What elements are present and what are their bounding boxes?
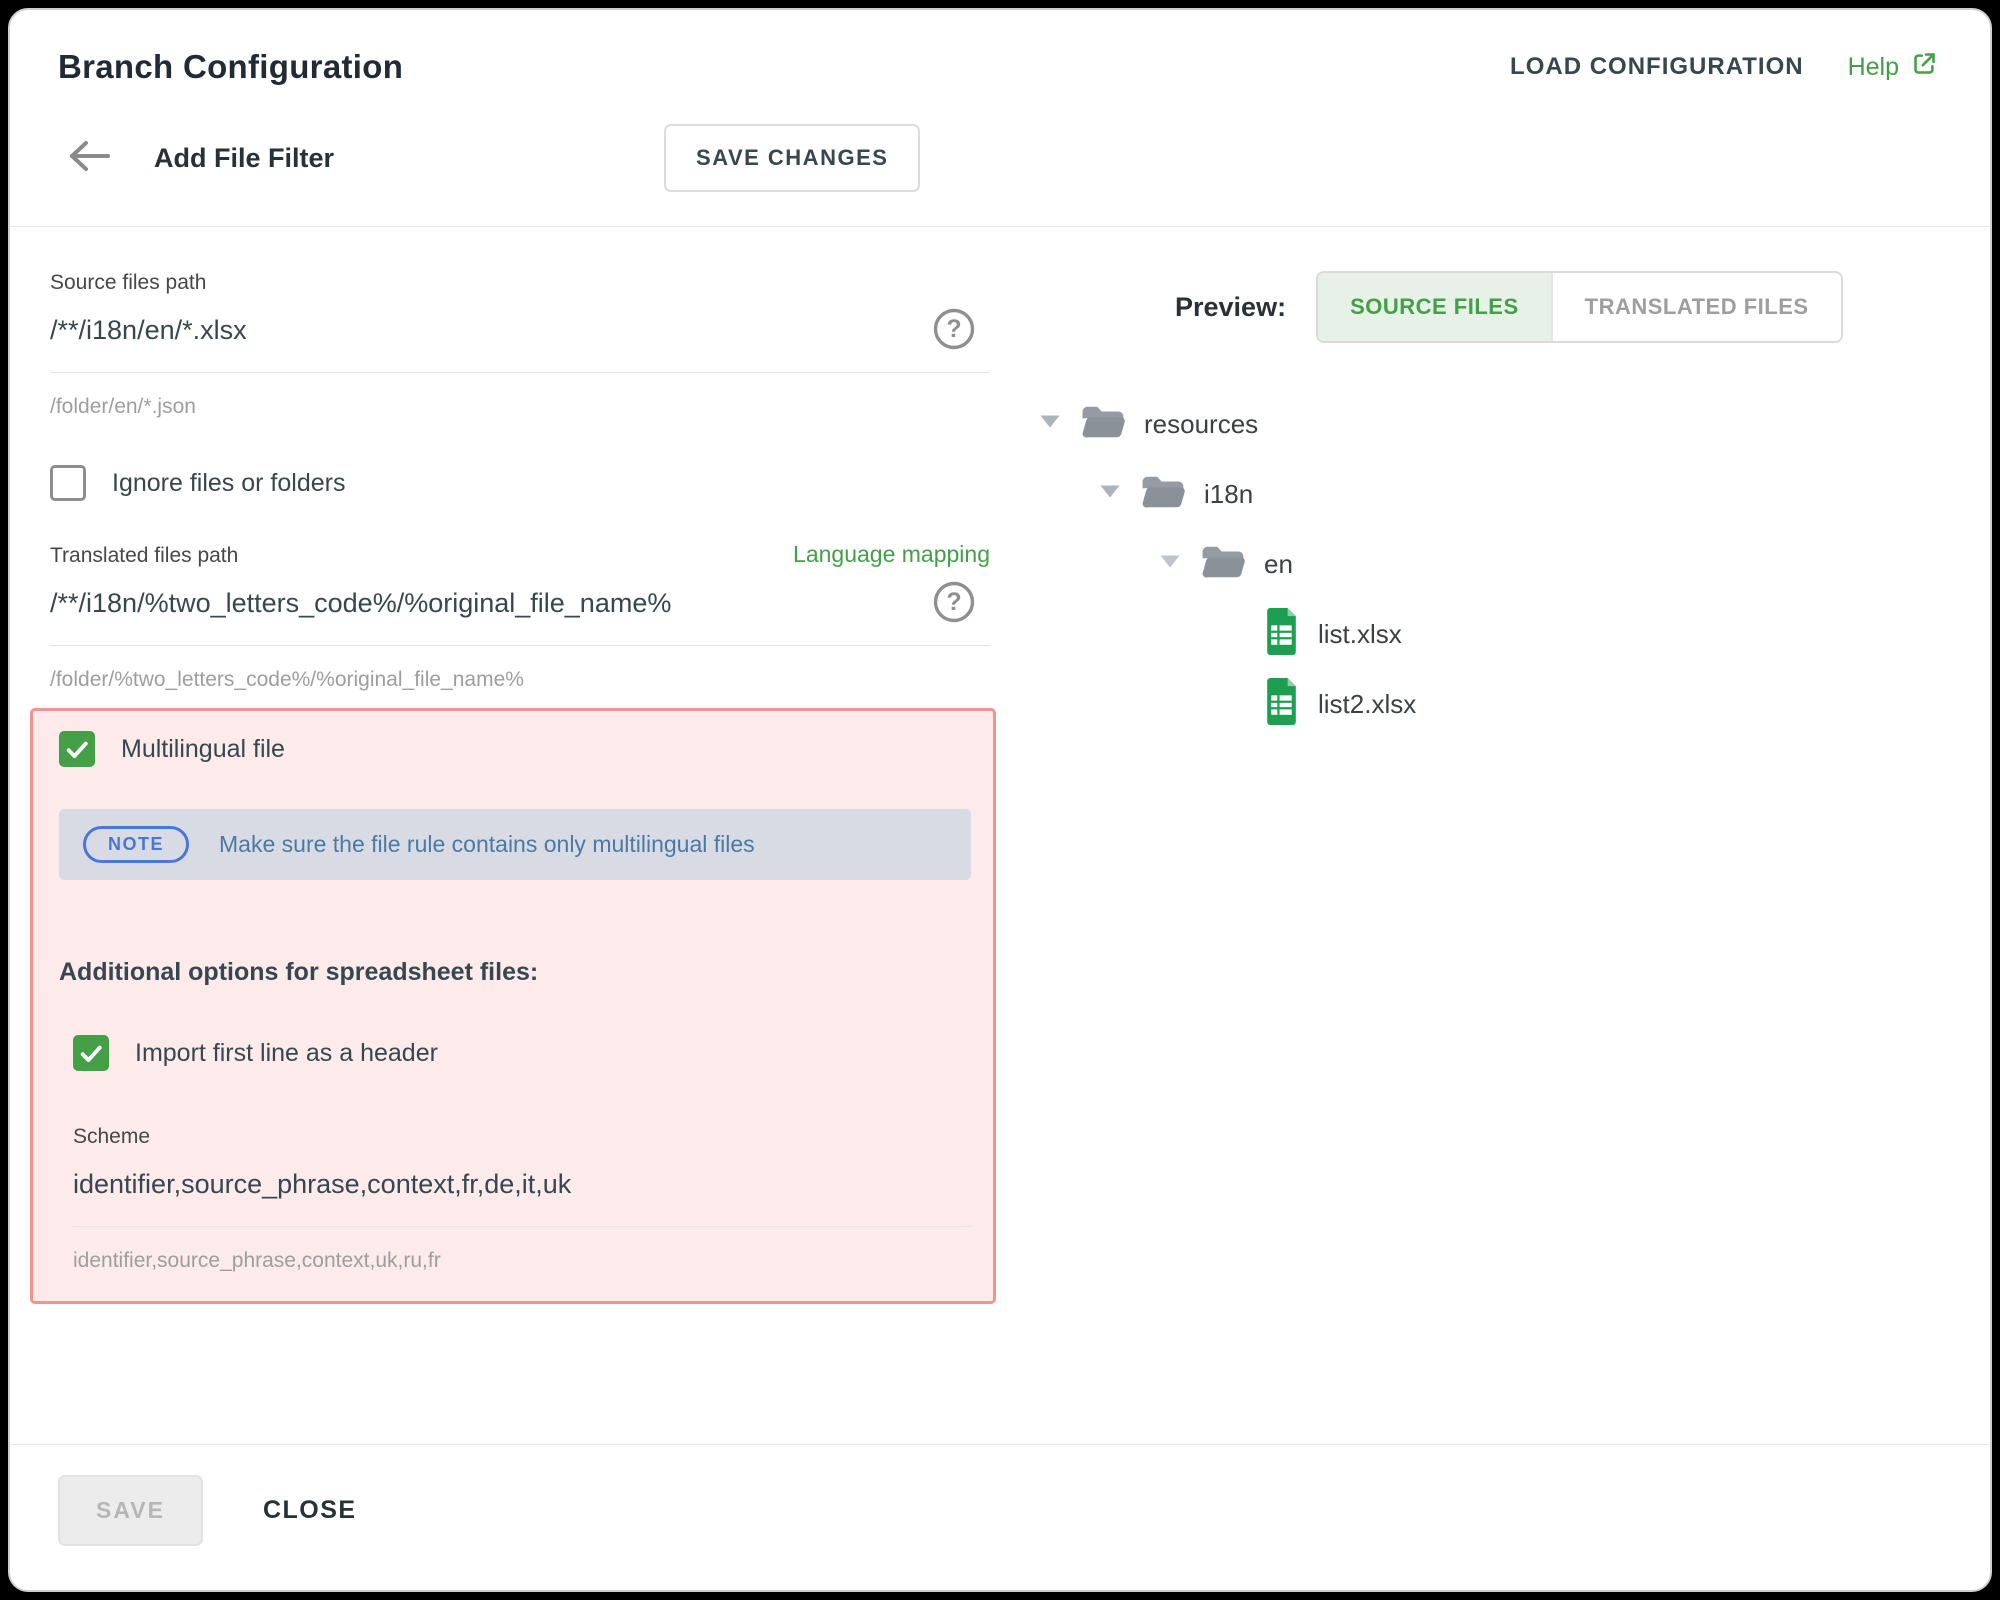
source-files-path-label: Source files path [50, 271, 990, 295]
translated-path-help-icon[interactable]: ? [932, 580, 976, 629]
preview-toggle-group: SOURCE FILES TRANSLATED FILES [1316, 271, 1843, 343]
svg-text:?: ? [946, 588, 961, 616]
folder-icon [1139, 473, 1186, 516]
preview-header: Preview: SOURCE FILES TRANSLATED FILES [1175, 271, 1950, 343]
tree-row-list-xlsx[interactable]: list.xlsx [1035, 599, 1950, 669]
source-files-path-hint: /folder/en/*.json [50, 395, 990, 419]
translated-files-path-hint: /folder/%two_letters_code%/%original_fil… [50, 668, 990, 692]
back-button[interactable] [66, 139, 114, 177]
source-files-path-value: /**/i18n/en/*.xlsx [50, 315, 247, 345]
note-bar: NOTE Make sure the file rule contains on… [59, 809, 971, 880]
scheme-value: identifier,source_phrase,context,fr,de,i… [73, 1169, 571, 1199]
folder-icon [1079, 403, 1126, 446]
import-header-checkbox-row[interactable]: Import first line as a header [73, 1035, 971, 1071]
ignore-files-checkbox-row[interactable]: Ignore files or folders [50, 465, 990, 501]
tree-row-en[interactable]: en [1035, 529, 1950, 599]
chevron-down-icon[interactable] [1039, 414, 1061, 434]
folder-icon [1199, 543, 1246, 586]
tree-node-label: list.xlsx [1318, 619, 1402, 650]
import-header-checkbox-label: Import first line as a header [135, 1039, 438, 1068]
content: Source files path /**/i18n/en/*.xlsx ? /… [10, 227, 1990, 1444]
tree-node-label: list2.xlsx [1318, 689, 1416, 720]
translated-files-path-label: Translated files path [50, 544, 238, 568]
spreadsheet-file-icon [1263, 608, 1300, 660]
help-link[interactable]: Help [1848, 50, 1938, 84]
scheme-hint: identifier,source_phrase,context,uk,ru,f… [73, 1249, 971, 1273]
translated-files-path-value: /**/i18n/%two_letters_code%/%original_fi… [50, 588, 671, 618]
multilingual-checkbox-label: Multilingual file [121, 735, 285, 764]
sub-header: Add File Filter SAVE CHANGES [10, 86, 1990, 226]
scheme-input[interactable]: identifier,source_phrase,context,fr,de,i… [73, 1149, 971, 1227]
tab-source-files[interactable]: SOURCE FILES [1318, 273, 1551, 341]
scheme-label: Scheme [73, 1125, 971, 1149]
close-button[interactable]: CLOSE [263, 1496, 357, 1525]
svg-text:?: ? [946, 315, 961, 343]
ignore-files-checkbox-label: Ignore files or folders [112, 469, 345, 498]
file-tree: resources i18n [1035, 389, 1950, 739]
help-link-label: Help [1848, 53, 1899, 82]
chevron-down-icon[interactable] [1159, 554, 1181, 574]
file-filter-form: Source files path /**/i18n/en/*.xlsx ? /… [50, 271, 990, 1444]
translated-files-path-input[interactable]: /**/i18n/%two_letters_code%/%original_fi… [50, 568, 990, 646]
spreadsheet-file-icon [1263, 678, 1300, 730]
source-files-path-input[interactable]: /**/i18n/en/*.xlsx ? [50, 295, 990, 373]
subheader-title: Add File Filter [154, 143, 334, 174]
back-arrow-icon [66, 138, 112, 179]
tree-node-label: resources [1144, 409, 1258, 440]
note-badge: NOTE [83, 826, 189, 863]
ignore-files-checkbox[interactable] [50, 465, 86, 501]
save-changes-button[interactable]: SAVE CHANGES [664, 124, 920, 192]
multilingual-checkbox[interactable] [59, 731, 95, 767]
multilingual-checkbox-row[interactable]: Multilingual file [59, 731, 971, 767]
tree-node-label: i18n [1204, 479, 1253, 510]
source-path-help-icon[interactable]: ? [932, 307, 976, 356]
import-header-checkbox[interactable] [73, 1035, 109, 1071]
note-text: Make sure the file rule contains only mu… [219, 831, 755, 858]
tab-translated-files[interactable]: TRANSLATED FILES [1551, 273, 1841, 341]
external-link-icon [1911, 50, 1938, 84]
multilingual-options-highlight: Multilingual file NOTE Make sure the fil… [30, 708, 996, 1304]
tree-row-list2-xlsx[interactable]: list2.xlsx [1035, 669, 1950, 739]
save-button[interactable]: SAVE [58, 1475, 203, 1546]
page-title: Branch Configuration [58, 48, 403, 86]
chevron-down-icon[interactable] [1099, 484, 1121, 504]
translated-files-path-field: Translated files path Language mapping /… [50, 541, 990, 692]
scheme-field: Scheme identifier,source_phrase,context,… [73, 1125, 971, 1273]
header-actions: LOAD CONFIGURATION Help [1510, 50, 1938, 84]
language-mapping-link[interactable]: Language mapping [793, 541, 990, 568]
translated-label-row: Translated files path Language mapping [50, 541, 990, 568]
preview-panel: Preview: SOURCE FILES TRANSLATED FILES [990, 271, 1950, 1444]
tree-row-i18n[interactable]: i18n [1035, 459, 1950, 529]
tree-row-resources[interactable]: resources [1035, 389, 1950, 459]
tree-node-label: en [1264, 549, 1293, 580]
source-files-path-field: Source files path /**/i18n/en/*.xlsx ? /… [50, 271, 990, 419]
footer: SAVE CLOSE [10, 1445, 1990, 1590]
load-configuration-button[interactable]: LOAD CONFIGURATION [1510, 53, 1804, 81]
preview-label: Preview: [1175, 292, 1286, 323]
branch-configuration-dialog: Branch Configuration LOAD CONFIGURATION … [8, 8, 1992, 1592]
spreadsheet-options-heading: Additional options for spreadsheet files… [59, 958, 971, 987]
app-header: Branch Configuration LOAD CONFIGURATION … [10, 10, 1990, 86]
